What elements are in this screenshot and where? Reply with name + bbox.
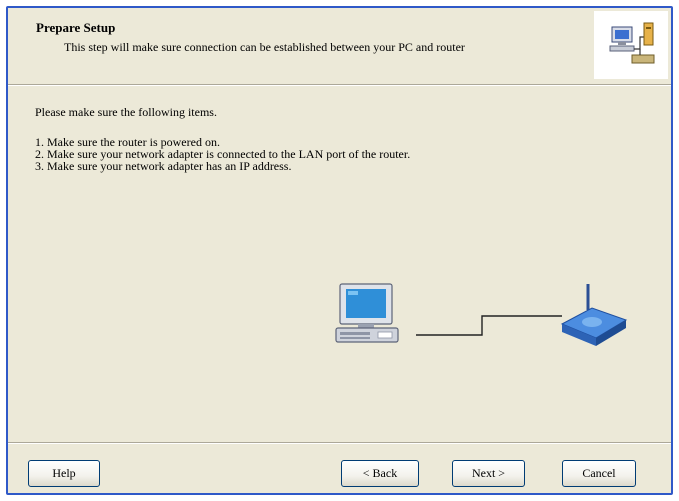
checklist-item: 3. Make sure your network adapter has an… — [35, 159, 292, 173]
header-divider — [8, 84, 671, 86]
footer-divider — [8, 442, 671, 444]
computer-icon — [335, 283, 399, 343]
back-button[interactable]: < Back — [341, 460, 419, 487]
next-button[interactable]: Next > — [452, 460, 525, 487]
instructions-intro: Please make sure the following items. — [35, 105, 217, 119]
header-icon-panel — [594, 11, 668, 79]
router-icon — [560, 284, 628, 346]
wizard-header: Prepare Setup This step will make sure c… — [8, 8, 671, 84]
help-button[interactable]: Help — [28, 460, 100, 487]
network-setup-icon — [609, 22, 655, 64]
network-cable — [416, 315, 562, 336]
cancel-button[interactable]: Cancel — [562, 460, 636, 487]
setup-wizard-dialog: Prepare Setup This step will make sure c… — [6, 6, 673, 495]
connection-illustration — [335, 283, 628, 346]
checklist: 1. Make sure the router is powered on. 2… — [35, 136, 410, 172]
step-description: This step will make sure connection can … — [64, 40, 465, 54]
step-title: Prepare Setup — [36, 20, 116, 35]
